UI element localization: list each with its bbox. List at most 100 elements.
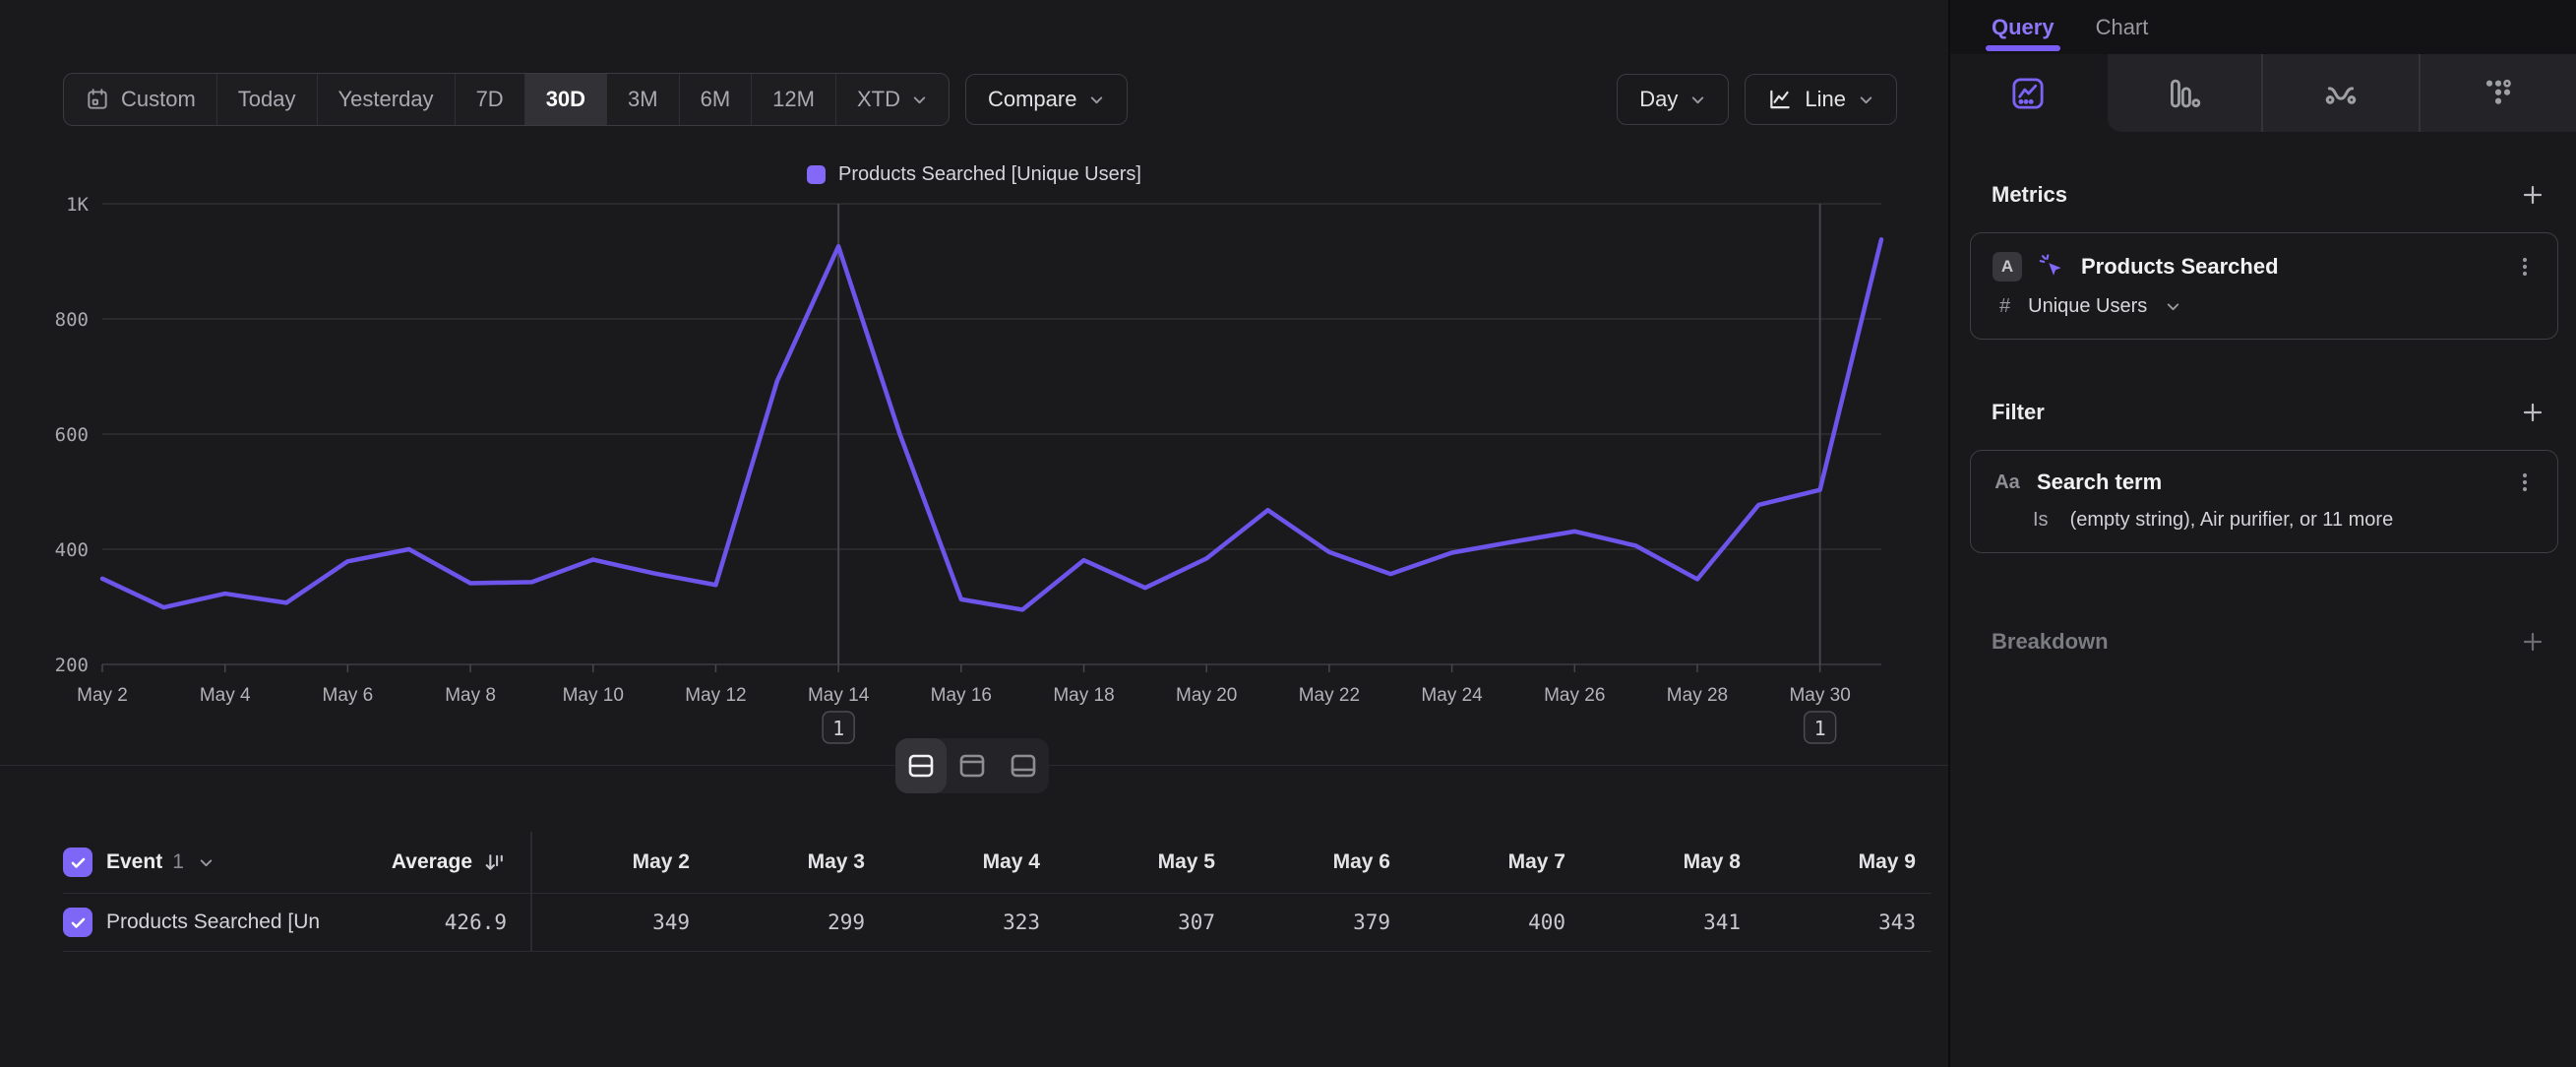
filter-values: (empty string), Air purifier, or 11 more (2070, 509, 2394, 532)
check-icon (69, 913, 88, 932)
line-chart-icon (1767, 87, 1793, 112)
legend-label: Products Searched [Unique Users] (838, 163, 1141, 186)
kebab-menu-icon[interactable] (2512, 470, 2538, 495)
chart-type-dropdown[interactable]: Line (1745, 74, 1897, 125)
y-axis-label: 1K (66, 194, 89, 216)
chart-only-view-icon (957, 751, 987, 781)
date-column-header[interactable]: May 4 (881, 850, 1056, 874)
cell-value: 323 (881, 910, 1056, 934)
row-checkbox[interactable] (63, 908, 92, 937)
date-range-yesterday[interactable]: Yesterday (318, 74, 456, 125)
date-range-custom[interactable]: Custom (64, 74, 217, 125)
date-range-xtd[interactable]: XTD (836, 74, 949, 125)
select-all-checkbox[interactable] (63, 847, 92, 877)
x-axis-label: May 2 (77, 685, 128, 706)
date-range-3m[interactable]: 3M (607, 74, 680, 125)
tab-query[interactable]: Query (1992, 0, 2055, 54)
tab-flows[interactable] (2261, 54, 2419, 132)
x-axis-label: May 8 (445, 685, 496, 706)
x-axis-label: May 14 (808, 685, 870, 706)
tab-chart[interactable]: Chart (2096, 0, 2149, 54)
date-range-today[interactable]: Today (217, 74, 318, 125)
granularity-dropdown[interactable]: Day (1617, 74, 1729, 125)
tab-funnels[interactable] (2106, 54, 2261, 132)
x-axis-label: May 6 (323, 685, 374, 706)
date-range-7d[interactable]: 7D (456, 74, 525, 125)
cell-value: 299 (705, 910, 881, 934)
date-column-header[interactable]: May 8 (1581, 850, 1756, 874)
date-range-6m[interactable]: 6M (680, 74, 753, 125)
aggregation-prefix: # (1999, 295, 2010, 318)
table-only-view-icon (1009, 751, 1038, 781)
filter-card[interactable]: Aa Search term Is (empty string), Air pu… (1970, 450, 2558, 553)
x-axis-label: May 18 (1053, 685, 1114, 706)
bar-chart-icon (2166, 76, 2201, 111)
table-only-view-button[interactable] (998, 738, 1049, 793)
report-type-tabs (1950, 54, 2576, 132)
tab-retention[interactable] (2419, 54, 2576, 132)
view-layout-toggle (895, 738, 1049, 793)
chart-only-view-button[interactable] (947, 738, 998, 793)
average-column-header[interactable]: Average (319, 850, 530, 875)
table-column-divider (530, 832, 532, 951)
add-breakdown-button[interactable] (2519, 628, 2546, 656)
x-axis-label: May 10 (563, 685, 624, 706)
chevron-down-icon[interactable] (198, 854, 215, 871)
table-row: Products Searched [Un... 426.9 349 299 3… (63, 894, 1932, 952)
event-column-header: Event (106, 850, 162, 874)
string-property-icon: Aa (1993, 471, 2022, 494)
date-column-header[interactable]: May 3 (705, 850, 881, 874)
toolbar: Custom Today Yesterday 7D 30D 3M 6M 12M … (63, 73, 1897, 126)
metrics-title: Metrics (1992, 182, 2067, 208)
check-icon (69, 853, 88, 872)
metric-aggregation[interactable]: # Unique Users (1993, 295, 2538, 318)
average-value: 426.9 (319, 910, 530, 934)
y-axis-label: 400 (55, 539, 89, 561)
table-header-row: Event 1 Average May 2 May 3 May 4 May 5 … (63, 832, 1932, 894)
cell-value: 341 (1581, 910, 1756, 934)
filter-property-name: Search term (2037, 470, 2162, 495)
date-range-30d[interactable]: 30D (525, 74, 607, 125)
date-column-header[interactable]: May 5 (1056, 850, 1231, 874)
results-table: Event 1 Average May 2 May 3 May 4 May 5 … (63, 832, 1932, 952)
y-axis-label: 200 (55, 655, 89, 676)
metric-card[interactable]: A Products Searched # Unique Users (1970, 232, 2558, 340)
filter-section-header: Filter (1970, 399, 2558, 426)
compare-button[interactable]: Compare (965, 74, 1128, 125)
x-axis-label: May 12 (685, 685, 746, 706)
chart-legend[interactable]: Products Searched [Unique Users] (0, 163, 1948, 186)
y-axis-label: 800 (55, 309, 89, 331)
date-column-header[interactable]: May 7 (1406, 850, 1581, 874)
x-axis-label: May 28 (1667, 685, 1728, 706)
legend-swatch (807, 165, 826, 184)
x-axis-label: May 22 (1299, 685, 1360, 706)
date-column-header[interactable]: May 2 (530, 850, 705, 874)
x-axis-label: May 30 (1789, 685, 1850, 706)
split-view-button[interactable] (895, 738, 947, 793)
sort-icon (482, 850, 507, 875)
add-filter-button[interactable] (2519, 399, 2546, 426)
tab-insights[interactable] (1950, 54, 2106, 132)
chevron-down-icon (911, 92, 928, 108)
filter-condition[interactable]: Is (empty string), Air purifier, or 11 m… (1993, 509, 2538, 532)
cell-value: 343 (1756, 910, 1932, 934)
x-axis-label: May 24 (1421, 685, 1483, 706)
retention-dots-icon (2481, 76, 2516, 111)
date-column-header[interactable]: May 6 (1231, 850, 1406, 874)
x-axis-label: May 4 (200, 685, 251, 706)
kebab-menu-icon[interactable] (2512, 254, 2538, 280)
event-count: 1 (172, 850, 184, 874)
series-name: Products Searched [Un... (106, 910, 319, 934)
insights-report-page: Custom Today Yesterday 7D 30D 3M 6M 12M … (0, 0, 2576, 1067)
query-panel: Query Chart Metrics (1948, 0, 2576, 1067)
panel-body: Metrics A Products Searched # Unique Use… (1950, 181, 2576, 656)
split-view-icon (906, 751, 936, 781)
annotation-badge-label: 1 (1814, 717, 1826, 740)
line-chart[interactable]: 2004006008001K11May 2May 4May 6May 8May … (39, 187, 1909, 753)
series-line[interactable] (102, 239, 1881, 609)
panel-tab-bar: Query Chart (1950, 0, 2576, 54)
add-metric-button[interactable] (2519, 181, 2546, 209)
date-range-12m[interactable]: 12M (752, 74, 836, 125)
date-column-header[interactable]: May 9 (1756, 850, 1932, 874)
chevron-down-icon (2165, 298, 2181, 315)
